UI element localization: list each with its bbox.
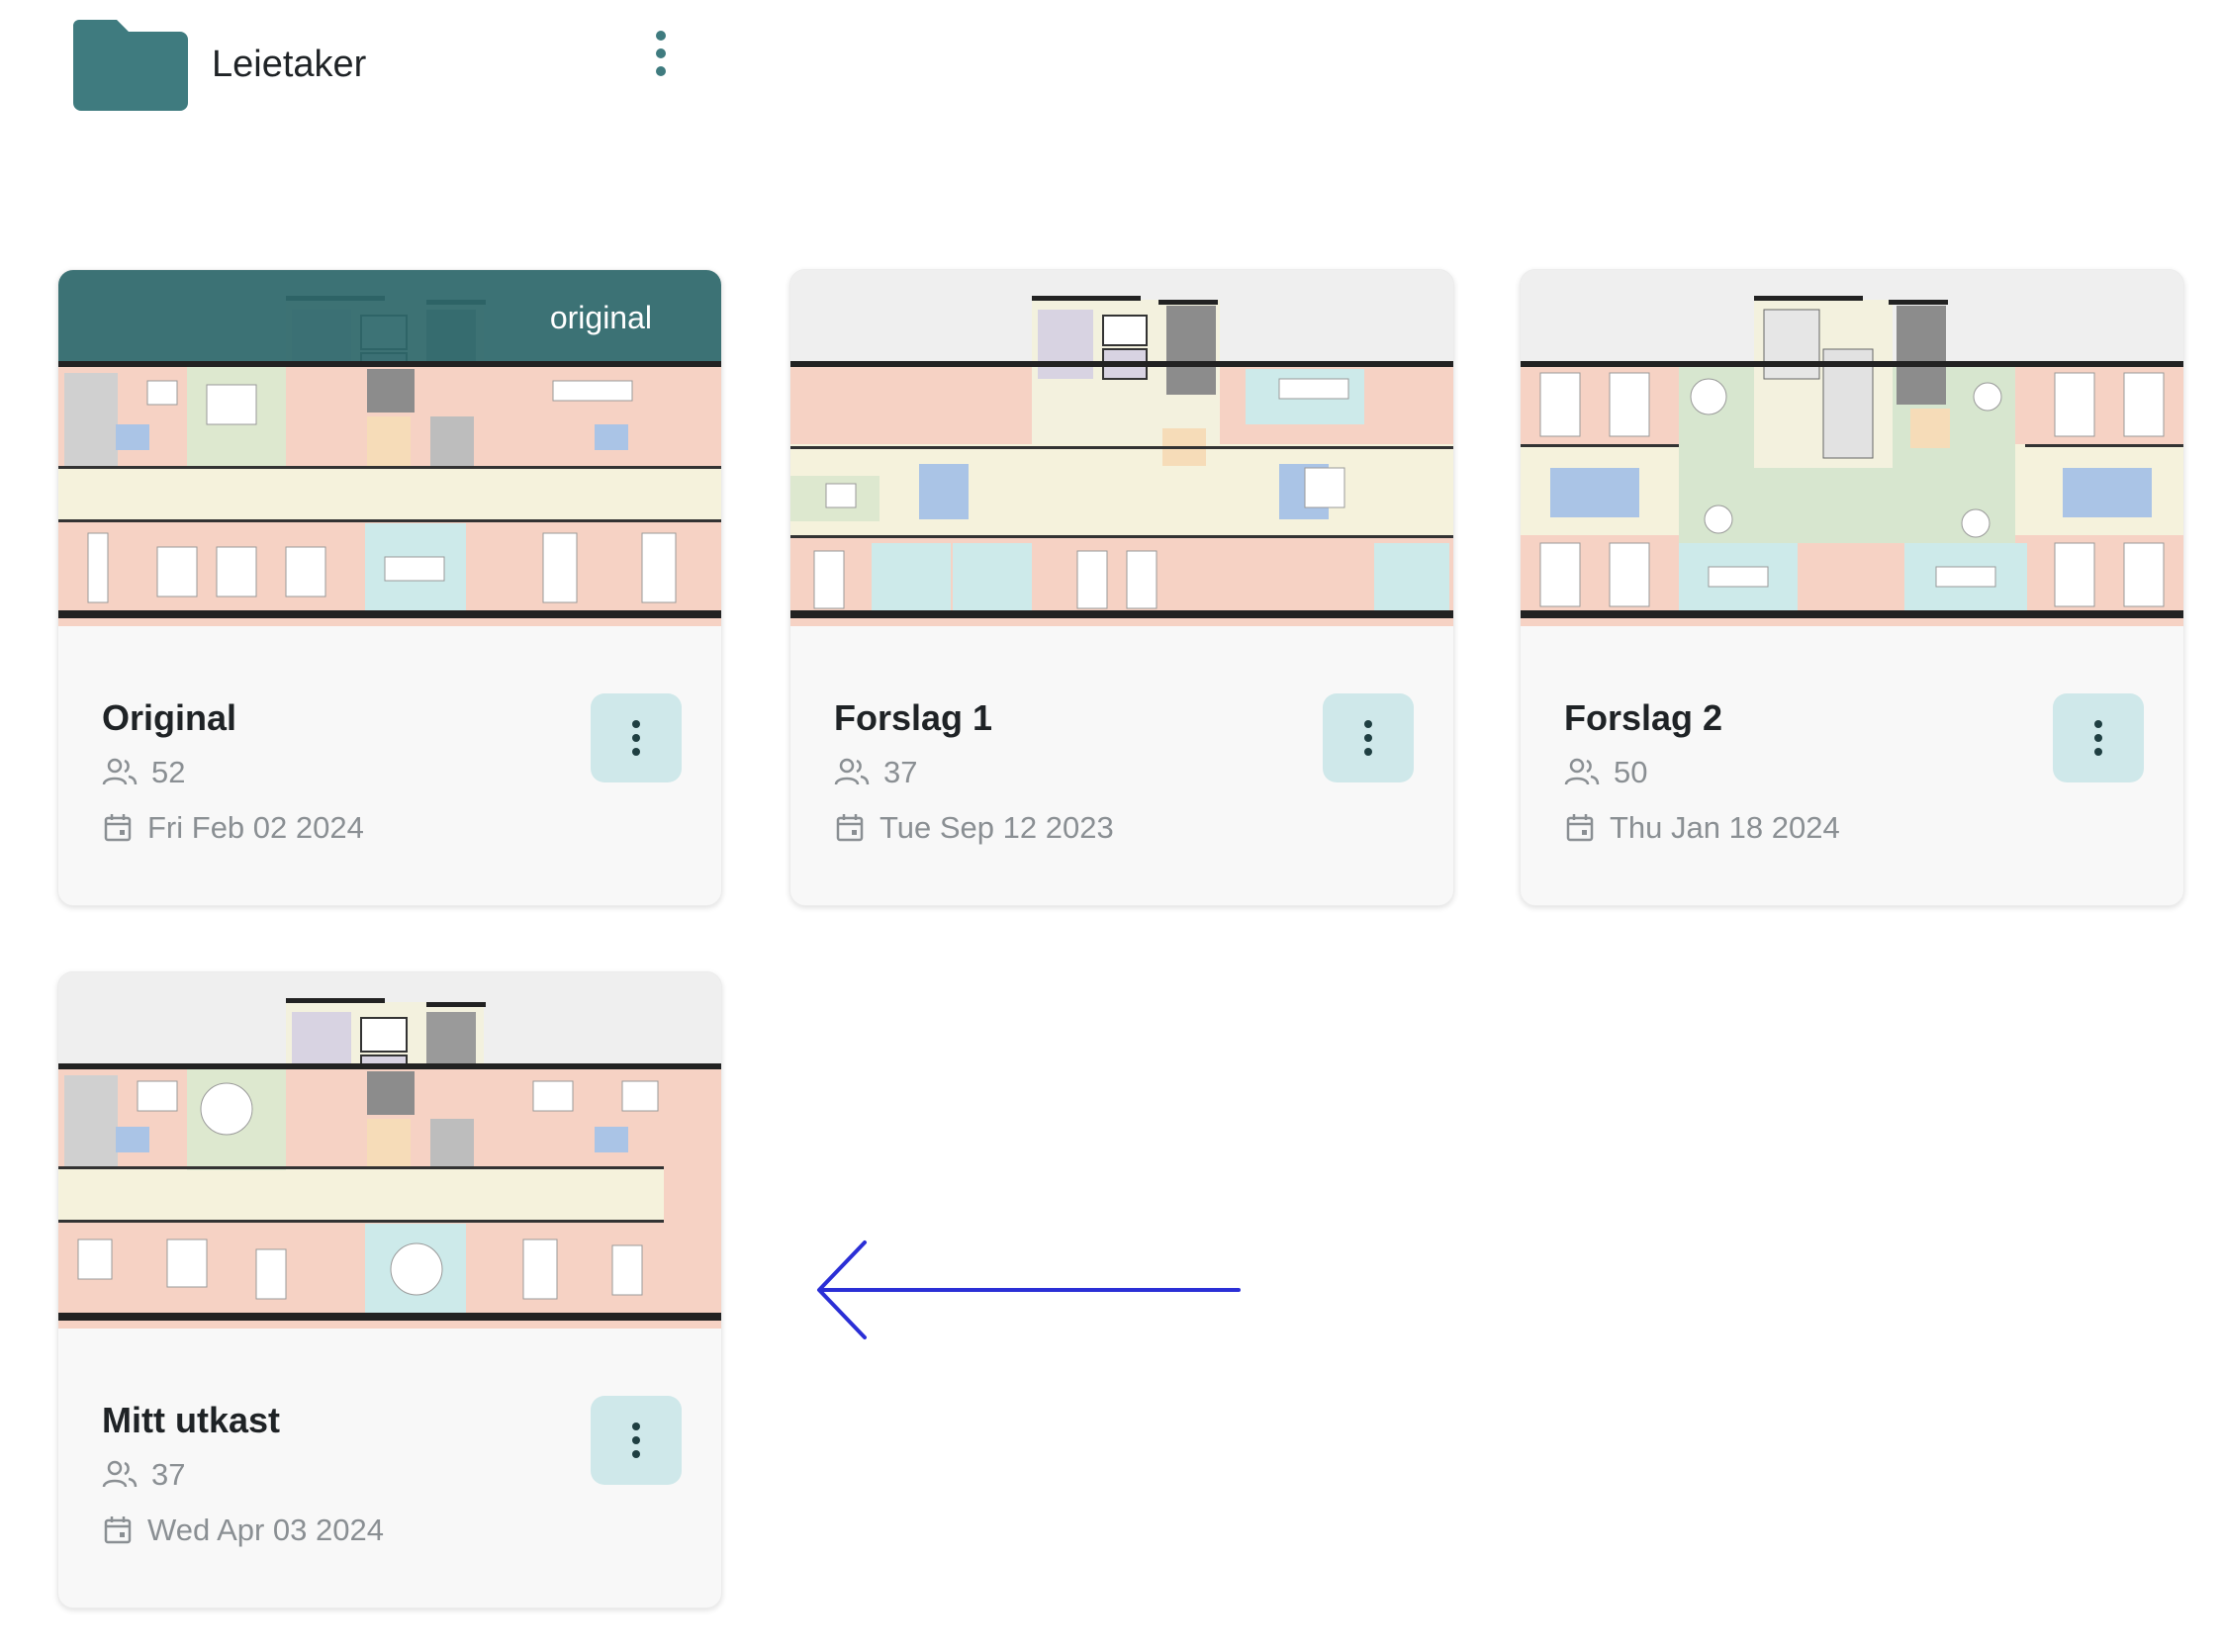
original-badge: original bbox=[58, 270, 721, 361]
floorplan-thumbnail[interactable] bbox=[790, 270, 1453, 626]
calendar-icon bbox=[1566, 814, 1594, 842]
card-menu-button[interactable] bbox=[591, 693, 682, 782]
card-date: Thu Jan 18 2024 bbox=[1564, 810, 1840, 846]
floorplan-card[interactable]: Mitt utkast 37 Wed Apr 03 2024 bbox=[57, 971, 722, 1608]
calendar-icon bbox=[104, 1516, 132, 1544]
floorplan-drawing bbox=[1521, 270, 2183, 626]
folder-header: Leietaker bbox=[0, 0, 2222, 138]
people-count: 50 bbox=[1564, 755, 1647, 790]
people-count: 37 bbox=[834, 755, 917, 790]
folder-icon bbox=[73, 20, 188, 111]
more-vertical-icon bbox=[632, 720, 640, 756]
people-count-value: 50 bbox=[1614, 755, 1648, 789]
people-icon bbox=[102, 1460, 138, 1488]
floorplan-drawing bbox=[790, 270, 1453, 626]
calendar-icon bbox=[104, 814, 132, 842]
calendar-icon bbox=[836, 814, 864, 842]
arrow-left-icon bbox=[817, 1240, 1241, 1339]
card-title: Original bbox=[102, 697, 237, 738]
folder-name: Leietaker bbox=[212, 44, 367, 85]
more-vertical-icon bbox=[632, 1423, 640, 1458]
floorplan-thumbnail[interactable]: original bbox=[58, 270, 721, 626]
card-date: Fri Feb 02 2024 bbox=[102, 810, 364, 846]
people-icon bbox=[834, 758, 870, 785]
floorplan-card[interactable]: original Original 52 Fri Feb 02 2024 bbox=[57, 269, 722, 906]
card-date-value: Thu Jan 18 2024 bbox=[1610, 810, 1840, 845]
people-icon bbox=[102, 758, 138, 785]
card-menu-button[interactable] bbox=[2053, 693, 2144, 782]
card-date-value: Fri Feb 02 2024 bbox=[147, 810, 364, 845]
card-title: Forslag 1 bbox=[834, 697, 993, 738]
people-count-value: 37 bbox=[151, 1457, 186, 1492]
card-title: Mitt utkast bbox=[102, 1400, 280, 1440]
people-count: 52 bbox=[102, 755, 185, 790]
folder-menu-button[interactable] bbox=[643, 28, 679, 79]
people-count-value: 52 bbox=[151, 755, 186, 789]
people-count-value: 37 bbox=[883, 755, 918, 789]
card-menu-button[interactable] bbox=[591, 1396, 682, 1485]
floorplan-thumbnail[interactable] bbox=[58, 972, 721, 1329]
card-date: Wed Apr 03 2024 bbox=[102, 1513, 384, 1548]
card-title: Forslag 2 bbox=[1564, 697, 1723, 738]
floorplan-thumbnail[interactable] bbox=[1521, 270, 2183, 626]
floorplan-card[interactable]: Forslag 1 37 Tue Sep 12 2023 bbox=[789, 269, 1454, 906]
card-date-value: Tue Sep 12 2023 bbox=[880, 810, 1114, 845]
card-menu-button[interactable] bbox=[1323, 693, 1414, 782]
floorplan-card[interactable]: Forslag 2 50 Thu Jan 18 2024 bbox=[1520, 269, 2184, 906]
people-count: 37 bbox=[102, 1457, 185, 1493]
more-vertical-icon bbox=[2094, 720, 2102, 756]
card-date-value: Wed Apr 03 2024 bbox=[147, 1513, 384, 1547]
people-icon bbox=[1564, 758, 1600, 785]
original-badge-label: original bbox=[549, 300, 652, 335]
more-vertical-icon bbox=[1364, 720, 1372, 756]
floorplan-drawing bbox=[58, 972, 721, 1329]
more-vertical-icon bbox=[656, 31, 666, 76]
card-date: Tue Sep 12 2023 bbox=[834, 810, 1114, 846]
